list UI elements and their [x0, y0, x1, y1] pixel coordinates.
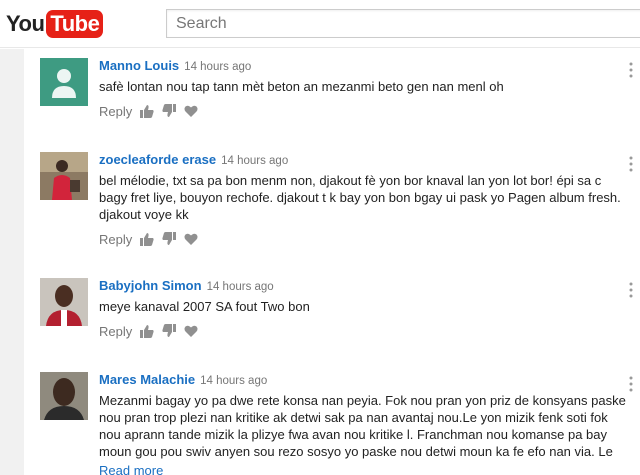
read-more-link[interactable]: Read more [99, 463, 629, 475]
more-options-icon[interactable] [628, 62, 634, 78]
thumbs-up-icon[interactable] [140, 232, 154, 246]
left-gutter [0, 49, 24, 475]
heart-icon[interactable] [184, 104, 198, 118]
comment-author[interactable]: Mares Malachie [99, 372, 195, 387]
more-options-icon[interactable] [628, 156, 634, 172]
comment-author[interactable]: Babyjohn Simon [99, 278, 202, 293]
comment-text: bel mélodie, txt sa pa bon menm non, dja… [99, 173, 621, 222]
masthead: You Tube [0, 0, 640, 48]
logo-you-text: You [6, 11, 45, 36]
more-options-icon[interactable] [628, 282, 634, 298]
comment-time[interactable]: 14 hours ago [200, 375, 267, 387]
avatar[interactable] [40, 278, 88, 326]
comment-author[interactable]: Manno Louis [99, 58, 179, 73]
comment-author[interactable]: zoecleaforde erase [99, 152, 216, 167]
heart-icon[interactable] [184, 324, 198, 338]
reply-button[interactable]: Reply [99, 104, 132, 119]
thumbs-down-icon[interactable] [162, 104, 177, 118]
youtube-logo[interactable]: You Tube [6, 10, 104, 38]
avatar[interactable] [40, 152, 88, 200]
reply-button[interactable]: Reply [99, 324, 132, 339]
thumbs-up-icon[interactable] [140, 324, 154, 338]
thumbs-down-icon[interactable] [162, 324, 177, 338]
thumbs-down-icon[interactable] [162, 232, 177, 246]
comment-text: meye kanaval 2007 SA fout Two bon [99, 299, 310, 314]
comment-time[interactable]: 14 hours ago [184, 61, 251, 73]
more-options-icon[interactable] [628, 376, 634, 392]
heart-icon[interactable] [184, 232, 198, 246]
logo-tube-text: Tube [46, 10, 104, 38]
reply-button[interactable]: Reply [99, 232, 132, 247]
default-avatar-icon[interactable] [40, 58, 88, 106]
avatar[interactable] [40, 372, 88, 420]
search-input[interactable] [166, 9, 640, 38]
comment-time[interactable]: 14 hours ago [221, 155, 288, 167]
comment-text: safè lontan nou tap tann mèt beton an me… [99, 79, 504, 94]
comment-text: Mezanmi bagay yo pa dwe rete konsa nan p… [99, 393, 626, 459]
comment-time[interactable]: 14 hours ago [207, 281, 274, 293]
thumbs-up-icon[interactable] [140, 104, 154, 118]
